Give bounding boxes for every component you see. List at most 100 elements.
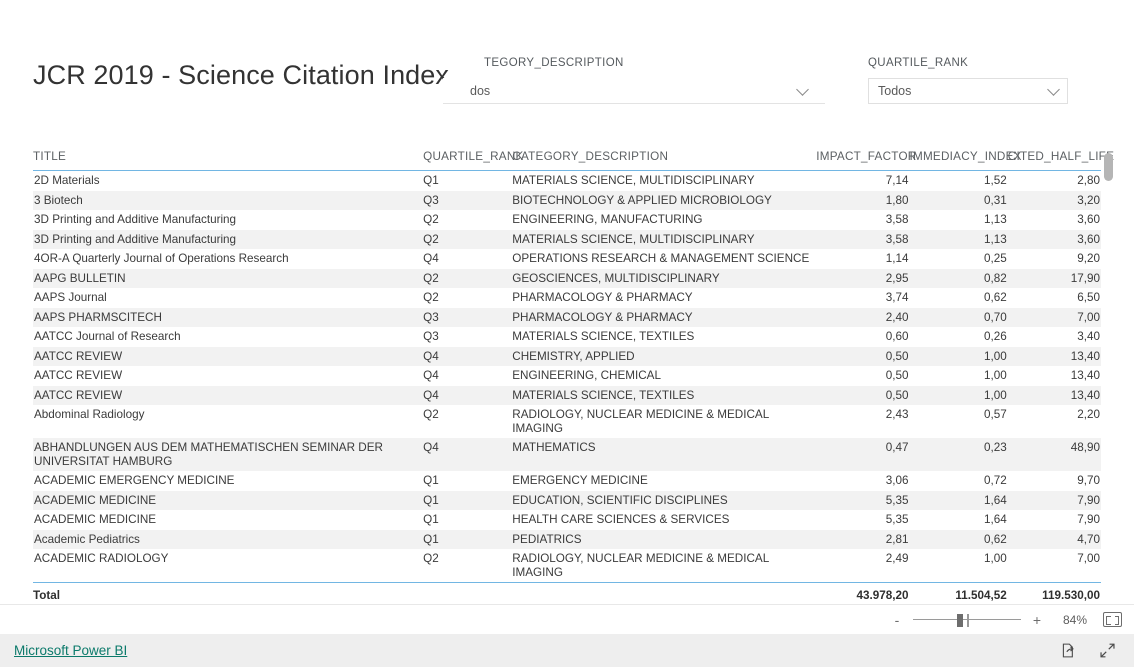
slicer-quartile-rank[interactable]: QUARTILE_RANK Todos xyxy=(868,57,1068,104)
table-row[interactable]: Abdominal Radiology Q2 RADIOLOGY, NUCLEAR … xyxy=(33,405,1101,438)
cell-impact-factor: 0,50 xyxy=(816,385,910,405)
cell-immediacy-index: 0,31 xyxy=(909,190,1008,210)
table-row[interactable]: AAPG BULLETIN Q2 GEOSCIENCES, MULTIDISCIPL… xyxy=(33,268,1101,288)
column-header-title[interactable]: TITLE xyxy=(33,150,424,171)
fullscreen-icon[interactable] xyxy=(1099,642,1116,659)
cell-cited-half-life: 3,40 xyxy=(1077,330,1100,343)
cell-title: AATCC Journal of Research xyxy=(34,330,181,343)
cell-cited-half-life: 4,70 xyxy=(1007,529,1101,549)
cell-cited-half-life: 2,80 xyxy=(1077,174,1100,187)
zoom-out-button[interactable]: - xyxy=(892,613,902,627)
cell-impact-factor: 0,60 xyxy=(885,330,909,343)
footer-bar: Microsoft Power BI xyxy=(0,634,1134,667)
cell-category-description: ENGINEERING, CHEMICAL xyxy=(512,369,661,382)
cell-impact-factor: 5,35 xyxy=(885,513,909,526)
cell-impact-factor: 0,47 xyxy=(816,438,910,471)
table-row[interactable]: Academic Pediatrics Q1 PEDIATRICS 2,81 0,62 4… xyxy=(33,529,1101,549)
cell-title: AAPG BULLETIN xyxy=(33,268,424,288)
cell-category-description: HEALTH CARE SCIENCES & SERVICES xyxy=(512,513,730,526)
cell-category-description: EDUCATION, SCIENTIFIC DISCIPLINES xyxy=(512,490,817,510)
cell-title: ACADEMIC MEDICINE xyxy=(34,513,157,526)
table-row[interactable]: AATCC REVIEW Q4 CHEMISTRY, APPLIED 0,50 1,00… xyxy=(33,346,1101,366)
cell-impact-factor: 3,74 xyxy=(885,291,909,304)
cell-impact-factor: 7,14 xyxy=(885,174,909,187)
cell-title: ACADEMIC EMERGENCY MEDICINE xyxy=(34,474,235,487)
cell-immediacy-index: 1,00 xyxy=(909,385,1008,405)
slicer-category-dropdown[interactable]: dos xyxy=(443,78,825,104)
total-row: Total 43.978,20 11.504,52 119.530,00 xyxy=(33,587,1101,602)
table-vertical-scrollbar[interactable] xyxy=(1104,153,1113,593)
column-header-immediacy[interactable]: IMMEDIACY_INDEX xyxy=(909,150,1021,171)
zoom-slider-thumb[interactable] xyxy=(957,613,963,627)
table-row[interactable]: ACADEMIC MEDICINE Q1 EDUCATION, SCIENTIFIC… xyxy=(33,490,1101,510)
table-row[interactable]: ACADEMIC MEDICINE Q1 HEALTH CARE SCIENCES … xyxy=(33,510,1101,530)
table-row[interactable]: ACADEMIC RADIOLOGY Q2 RADIOLOGY, NUCLEAR M… xyxy=(33,549,1101,582)
table-row[interactable]: AATCC REVIEW Q4 ENGINEERING, CHEMICAL 0,50 1… xyxy=(33,366,1101,386)
table-row[interactable]: 3D Printing and Additive Manufacturing Q2… xyxy=(33,229,1101,249)
cell-category-description: PHARMACOLOGY & PHARMACY xyxy=(512,307,817,327)
cell-cited-half-life: 13,40 xyxy=(1007,385,1101,405)
slicer-category-description[interactable]: TEGORY_DESCRIPTION dos xyxy=(443,57,825,104)
fit-to-page-icon[interactable] xyxy=(1103,612,1122,627)
slicer-category-value: dos xyxy=(470,83,491,98)
report-canvas: JCR 2019 - Science Citation Index TEGORY… xyxy=(0,0,1134,604)
cell-impact-factor: 0,50 xyxy=(885,369,909,382)
cell-quartile-rank: Q2 xyxy=(423,268,513,288)
cell-quartile-rank: Q3 xyxy=(423,307,513,327)
column-header-category[interactable]: CATEGORY_DESCRIPTION xyxy=(512,150,817,171)
cell-immediacy-index: 0,23 xyxy=(909,438,1008,471)
cell-impact-factor: 0,50 xyxy=(816,346,910,366)
total-label: Total xyxy=(33,589,61,602)
column-header-cited-half-life[interactable]: CITED_HALF_LIFE xyxy=(1007,150,1114,171)
cell-immediacy-index: 1,64 xyxy=(909,490,1008,510)
cell-impact-factor: 1,14 xyxy=(885,252,909,265)
table-scrollbar-thumb[interactable] xyxy=(1104,153,1113,181)
cell-cited-half-life: 13,40 xyxy=(1070,369,1100,382)
cell-cited-half-life: 3,20 xyxy=(1007,190,1101,210)
cell-immediacy-index: 1,13 xyxy=(984,213,1007,226)
table-body-scroll-area[interactable]: 2D Materials Q1 MATERIALS SCIENCE, MULTIDI… xyxy=(33,171,1101,583)
table-row[interactable]: ABHANDLUNGEN AUS DEM MATHEMATISCHEN SEMI… xyxy=(33,438,1101,471)
journals-table[interactable]: TITLE QUARTILE_RANK CATEGORY_DESCRIPTION… xyxy=(33,150,1114,602)
cell-title: AATCC REVIEW xyxy=(33,385,424,405)
table-row[interactable]: ACADEMIC EMERGENCY MEDICINE Q1 EMERGENCY M… xyxy=(33,471,1101,491)
total-impact-factor: 43.978,20 xyxy=(856,589,909,602)
cell-quartile-rank: Q4 xyxy=(423,252,439,265)
slicer-quartile-dropdown[interactable]: Todos xyxy=(868,78,1068,104)
cell-immediacy-index: 1,64 xyxy=(984,513,1007,526)
share-icon[interactable] xyxy=(1060,642,1077,659)
table-row[interactable]: AATCC Journal of Research Q3 MATERIALS SCI… xyxy=(33,327,1101,347)
cell-category-description: MATERIALS SCIENCE, MULTIDISCIPLINARY xyxy=(512,174,755,187)
total-quartile-blank xyxy=(423,587,512,602)
cell-immediacy-index: 0,62 xyxy=(909,529,1008,549)
cell-immediacy-index: 0,82 xyxy=(909,268,1008,288)
zoom-in-button[interactable]: + xyxy=(1032,613,1042,627)
column-header-impact-factor[interactable]: IMPACT_FACTOR xyxy=(816,150,916,171)
microsoft-power-bi-link[interactable]: Microsoft Power BI xyxy=(14,643,127,658)
total-category-blank xyxy=(512,587,816,602)
total-cited-half-life: 119.530,00 xyxy=(1042,589,1100,602)
cell-quartile-rank: Q1 xyxy=(423,490,513,510)
cell-title: Academic Pediatrics xyxy=(33,529,424,549)
table-row[interactable]: 3D Printing and Additive Manufacturing Q2… xyxy=(33,210,1101,230)
table-row[interactable]: 2D Materials Q1 MATERIALS SCIENCE, MULTIDI… xyxy=(33,171,1101,191)
cell-quartile-rank: Q4 xyxy=(423,438,513,471)
cell-category-description: MATERIALS SCIENCE, TEXTILES xyxy=(512,330,695,343)
cell-impact-factor: 2,81 xyxy=(816,529,910,549)
cell-quartile-rank: Q2 xyxy=(423,552,439,565)
table-row[interactable]: 4OR-A Quarterly Journal of Operations Re… xyxy=(33,249,1101,269)
cell-impact-factor: 2,95 xyxy=(816,268,910,288)
zoom-level-label: 84% xyxy=(1062,612,1087,627)
chevron-down-icon xyxy=(796,82,809,96)
cell-cited-half-life: 7,00 xyxy=(1077,552,1100,565)
table-row[interactable]: AAPS PHARMSCITECH Q3 PHARMACOLOGY & PHARMA… xyxy=(33,307,1101,327)
table-row[interactable]: 3 Biotech Q3 BIOTECHNOLOGY & APPLIED MICRO… xyxy=(33,190,1101,210)
cell-category-description: PHARMACOLOGY & PHARMACY xyxy=(512,291,693,304)
table-row[interactable]: AAPS Journal Q2 PHARMACOLOGY & PHARMACY 3,7… xyxy=(33,288,1101,308)
page-title: JCR 2019 - Science Citation Index xyxy=(33,60,450,90)
column-header-quartile-rank[interactable]: QUARTILE_RANK xyxy=(423,150,523,171)
zoom-slider[interactable] xyxy=(913,613,1021,627)
cell-impact-factor: 5,35 xyxy=(816,490,910,510)
cell-cited-half-life: 3,60 xyxy=(1077,213,1100,226)
table-row[interactable]: AATCC REVIEW Q4 MATERIALS SCIENCE, TEXTILE… xyxy=(33,385,1101,405)
